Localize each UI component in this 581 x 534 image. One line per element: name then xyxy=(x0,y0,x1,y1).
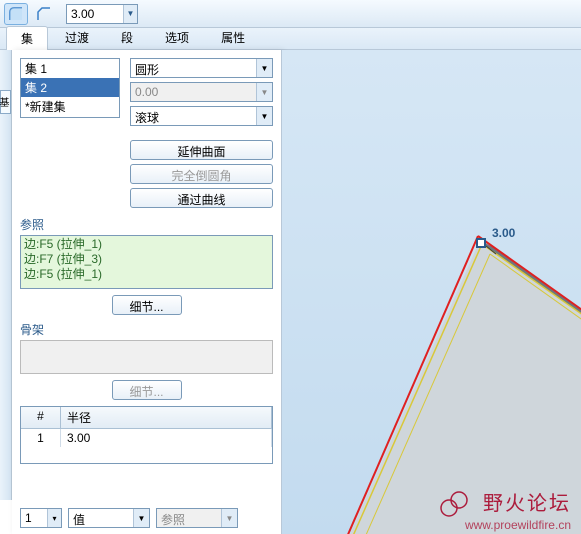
frame-label: 骨架 xyxy=(20,321,273,338)
3d-viewport[interactable]: 3.00 野火论坛 www.proewildfire.cn xyxy=(282,50,581,534)
shape-value: 圆形 xyxy=(131,59,256,77)
count-spinner[interactable]: 1 ▾ xyxy=(20,508,62,528)
ref-value: 参照 xyxy=(157,509,221,527)
set-listbox[interactable]: 集 1 集 2 *新建集 xyxy=(20,58,120,118)
extend-surface-button[interactable]: 延伸曲面 xyxy=(130,140,273,160)
dropdown-arrow-icon[interactable]: ▼ xyxy=(123,5,137,23)
ref-item[interactable]: 边:F7 (拉伸_3) xyxy=(24,252,269,267)
tab-option[interactable]: 选项 xyxy=(150,25,204,49)
dimension-label[interactable]: 3.00 xyxy=(492,226,515,240)
top-toolbar: ▼ xyxy=(0,0,581,28)
radius-input[interactable] xyxy=(67,5,123,23)
radius-spinner[interactable]: ▼ xyxy=(66,4,138,24)
grid-header: # 半径 xyxy=(21,407,272,429)
list-item[interactable]: 集 1 xyxy=(21,59,119,78)
value-combo: 0.00 ▼ xyxy=(130,82,273,102)
tab-set[interactable]: 集 xyxy=(6,26,48,50)
ball-combo[interactable]: 滚球 ▼ xyxy=(130,106,273,126)
mode-value: 值 xyxy=(69,509,133,527)
round-panel: 集 1 集 2 *新建集 圆形 ▼ 0.00 ▼ 滚球 ▼ 延伸曲面 xyxy=(12,50,282,534)
ref-item[interactable]: 边:F5 (拉伸_1) xyxy=(24,267,269,282)
chamfer-tool-icon[interactable] xyxy=(32,3,56,25)
chevron-down-icon[interactable]: ▼ xyxy=(256,59,272,77)
tab-property[interactable]: 属性 xyxy=(206,25,260,49)
chevron-down-icon: ▼ xyxy=(221,509,237,527)
chevron-down-icon[interactable]: ▼ xyxy=(256,107,272,125)
ref-combo: 参照 ▼ xyxy=(156,508,238,528)
tab-segment[interactable]: 段 xyxy=(106,25,148,49)
refs-label: 参照 xyxy=(20,216,273,233)
left-dock-tab[interactable]: 基 xyxy=(0,90,11,114)
chevron-down-icon: ▼ xyxy=(256,83,272,101)
tab-transition[interactable]: 过渡 xyxy=(50,25,104,49)
model-geometry xyxy=(310,198,581,534)
ball-value: 滚球 xyxy=(131,107,256,125)
frame-detail-button: 细节... xyxy=(112,380,182,400)
through-curve-button[interactable]: 通过曲线 xyxy=(130,188,273,208)
col-radius: 半径 xyxy=(61,407,272,428)
count-value: 1 xyxy=(21,509,47,527)
col-num: # xyxy=(21,407,61,428)
chevron-down-icon[interactable]: ▼ xyxy=(133,509,149,527)
value-field: 0.00 xyxy=(131,83,256,101)
bottom-controls: 1 ▾ 值 ▼ 参照 ▼ xyxy=(20,508,273,528)
list-item[interactable]: 集 2 xyxy=(21,78,119,97)
cell-val[interactable]: 3.00 xyxy=(61,429,272,447)
cell-num: 1 xyxy=(21,429,61,447)
table-row[interactable]: 1 3.00 xyxy=(21,429,272,447)
left-dock: 基 xyxy=(0,50,12,500)
frame-listbox xyxy=(20,340,273,374)
watermark-text: 野火论坛 xyxy=(483,487,571,516)
watermark-url: www.proewildfire.cn xyxy=(465,518,571,532)
full-round-button: 完全倒圆角 xyxy=(130,164,273,184)
stepper-icon[interactable]: ▾ xyxy=(47,509,61,527)
mode-combo[interactable]: 值 ▼ xyxy=(68,508,150,528)
refs-detail-button[interactable]: 细节... xyxy=(112,295,182,315)
round-tool-icon[interactable] xyxy=(4,3,28,25)
list-item[interactable]: *新建集 xyxy=(21,97,119,116)
drag-handle[interactable] xyxy=(476,238,486,248)
watermark-icon xyxy=(437,488,471,518)
shape-combo[interactable]: 圆形 ▼ xyxy=(130,58,273,78)
refs-listbox[interactable]: 边:F5 (拉伸_1) 边:F7 (拉伸_3) 边:F5 (拉伸_1) xyxy=(20,235,273,289)
radius-grid[interactable]: # 半径 1 3.00 xyxy=(20,406,273,464)
ref-item[interactable]: 边:F5 (拉伸_1) xyxy=(24,237,269,252)
tab-bar: 集 过渡 段 选项 属性 xyxy=(0,28,581,50)
